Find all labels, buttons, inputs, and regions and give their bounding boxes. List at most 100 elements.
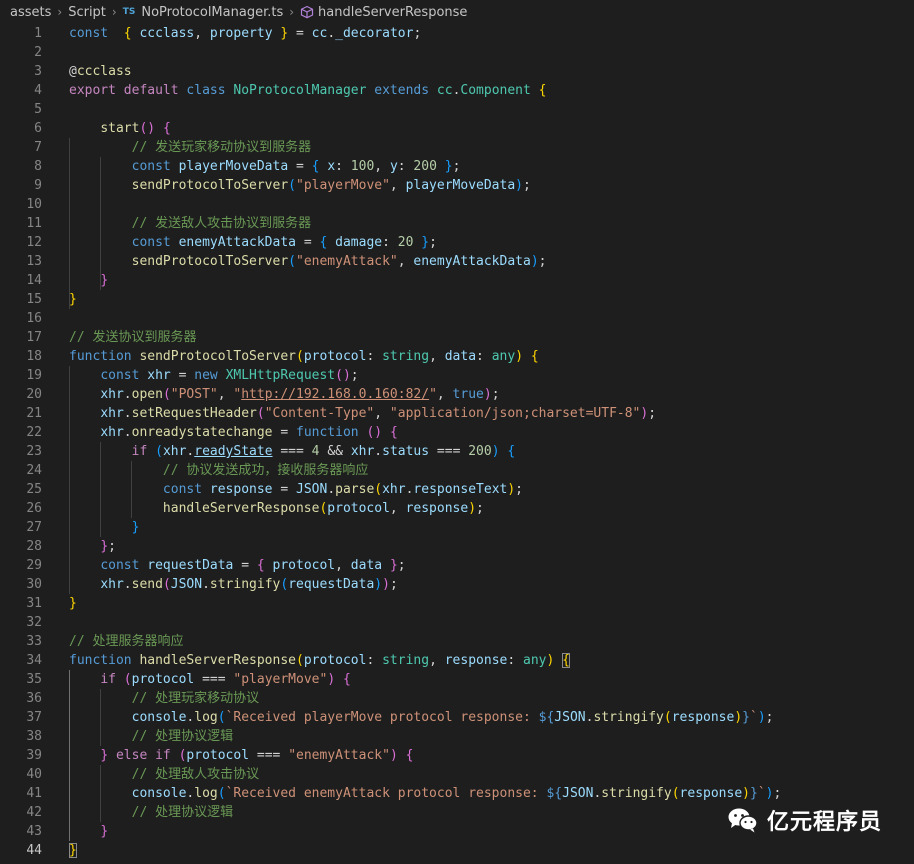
code-line[interactable]: 36 // 处理玩家移动协议 — [0, 689, 914, 708]
breadcrumb-item-script[interactable]: Script — [68, 5, 106, 20]
code-line[interactable]: 34 function handleServerResponse(protocol… — [0, 651, 914, 670]
code-line[interactable]: 27 } — [0, 518, 914, 537]
line-number: 24 — [26, 463, 42, 478]
code-line[interactable]: 9 sendProtocolToServer("playerMove", pla… — [0, 176, 914, 195]
code-line[interactable]: 19 const xhr = new XMLHttpRequest(); — [0, 366, 914, 385]
code-line[interactable]: 22 xhr.onreadystatechange = function () … — [0, 423, 914, 442]
breadcrumb-item-assets[interactable]: assets — [10, 5, 51, 20]
code-line[interactable]: 10 — [0, 195, 914, 214]
line-number: 27 — [26, 520, 42, 535]
code-line[interactable]: 38 // 处理协议逻辑 — [0, 727, 914, 746]
code-line[interactable]: 37 console.log(`Received playerMove prot… — [0, 708, 914, 727]
code-text: } — [69, 822, 108, 841]
code-line[interactable]: 33 // 处理服务器响应 — [0, 632, 914, 651]
code-token: . — [123, 577, 132, 592]
code-token: { — [507, 444, 516, 459]
code-line[interactable]: 30 xhr.send(JSON.stringify(requestData))… — [0, 575, 914, 594]
line-number: 2 — [34, 45, 42, 60]
code-token: } — [100, 824, 109, 839]
code-token: = — [233, 558, 257, 573]
code-line[interactable]: 2 — [0, 43, 914, 62]
breadcrumb-item-file[interactable]: NoProtocolManager.ts — [141, 5, 283, 20]
code-line[interactable]: 1 const { ccclass, property } = cc._decor… — [0, 24, 914, 43]
code-line[interactable]: 20 xhr.open("POST", "http://192.168.0.16… — [0, 385, 914, 404]
code-line[interactable]: 17 // 发送协议到服务器 — [0, 328, 914, 347]
code-line[interactable]: 12 const enemyAttackData = { damage: 20 … — [0, 233, 914, 252]
code-line[interactable]: 40 // 处理敌人攻击协议 — [0, 765, 914, 784]
line-number: 6 — [34, 121, 42, 136]
line-number: 30 — [26, 577, 42, 592]
code-token: "Content-Type" — [264, 406, 375, 421]
line-number: 8 — [34, 159, 42, 174]
code-line[interactable]: 31} — [0, 594, 914, 613]
code-token: { — [538, 83, 547, 98]
code-token: ` — [750, 710, 758, 725]
code-token: === — [249, 748, 289, 763]
wechat-icon — [728, 808, 758, 833]
line-number: 9 — [34, 178, 42, 193]
code-line[interactable]: 3 @ccclass — [0, 62, 914, 81]
code-token: extends — [374, 83, 430, 98]
code-line[interactable]: 44} — [0, 841, 914, 860]
code-token: ( — [162, 387, 171, 402]
code-line[interactable]: 28 }; — [0, 537, 914, 556]
code-token: : — [507, 653, 524, 668]
code-line[interactable]: 11 // 发送敌人攻击协议到服务器 — [0, 214, 914, 233]
code-token: `Received enemyAttack protocol response: — [225, 786, 547, 801]
code-text: } else if (protocol === "enemyAttack") { — [69, 746, 413, 765]
code-line[interactable]: 15} — [0, 290, 914, 309]
code-token: === — [272, 444, 312, 459]
code-line[interactable]: 13 sendProtocolToServer("enemyAttack", e… — [0, 252, 914, 271]
code-editor[interactable]: 1 const { ccclass, property } = cc._decor… — [0, 24, 914, 864]
code-text: xhr.setRequestHeader("Content-Type", "ap… — [69, 404, 656, 423]
code-text: if (protocol === "playerMove") { — [69, 670, 350, 689]
code-token: ( — [162, 577, 171, 592]
code-line[interactable]: 32 — [0, 613, 914, 632]
code-line[interactable]: 7 // 发送玩家移动协议到服务器 — [0, 138, 914, 157]
code-line[interactable]: 25 const response = JSON.parse(xhr.respo… — [0, 480, 914, 499]
code-line[interactable]: 24 // 协议发送成功，接收服务器响应 — [0, 461, 914, 480]
code-line[interactable]: 29 const requestData = { protocol, data … — [0, 556, 914, 575]
code-line[interactable]: 26 handleServerResponse(protocol, respon… — [0, 499, 914, 518]
line-number: 44 — [26, 843, 42, 858]
code-line[interactable]: 6 start() { — [0, 119, 914, 138]
code-line[interactable]: 16 — [0, 309, 914, 328]
code-token: === — [194, 672, 234, 687]
code-token: : — [476, 349, 492, 364]
code-line[interactable]: 35 if (protocol === "playerMove") { — [0, 670, 914, 689]
code-token: ; — [773, 786, 782, 801]
code-text: }; — [69, 537, 116, 556]
code-line[interactable]: 8 const playerMoveData = { x: 100, y: 20… — [0, 157, 914, 176]
code-token: xhr — [147, 368, 171, 383]
code-token: console — [131, 786, 187, 801]
code-token: . — [123, 425, 132, 440]
code-line[interactable]: 39 } else if (protocol === "enemyAttack"… — [0, 746, 914, 765]
code-token: () — [335, 368, 351, 383]
code-line[interactable]: 14 } — [0, 271, 914, 290]
code-line[interactable]: 4 export default class NoProtocolManager … — [0, 81, 914, 100]
code-token: response — [444, 653, 508, 668]
code-line[interactable]: 18 function sendProtocolToServer(protocol… — [0, 347, 914, 366]
code-text: // 协议发送成功，接收服务器响应 — [69, 461, 368, 480]
code-line[interactable]: 21 xhr.setRequestHeader("Content-Type", … — [0, 404, 914, 423]
line-number: 29 — [26, 558, 42, 573]
breadcrumb-item-symbol[interactable]: handleServerResponse — [318, 5, 467, 20]
code-line[interactable]: 5 — [0, 100, 914, 119]
method-cube-icon — [300, 5, 314, 19]
code-token: ) — [491, 444, 500, 459]
code-line[interactable]: 41 console.log(`Received enemyAttack pro… — [0, 784, 914, 803]
code-token: ( — [217, 710, 226, 725]
line-number: 23 — [26, 444, 42, 459]
code-line[interactable]: 23 if (xhr.readyState === 4 && xhr.statu… — [0, 442, 914, 461]
code-token: const — [100, 368, 140, 383]
